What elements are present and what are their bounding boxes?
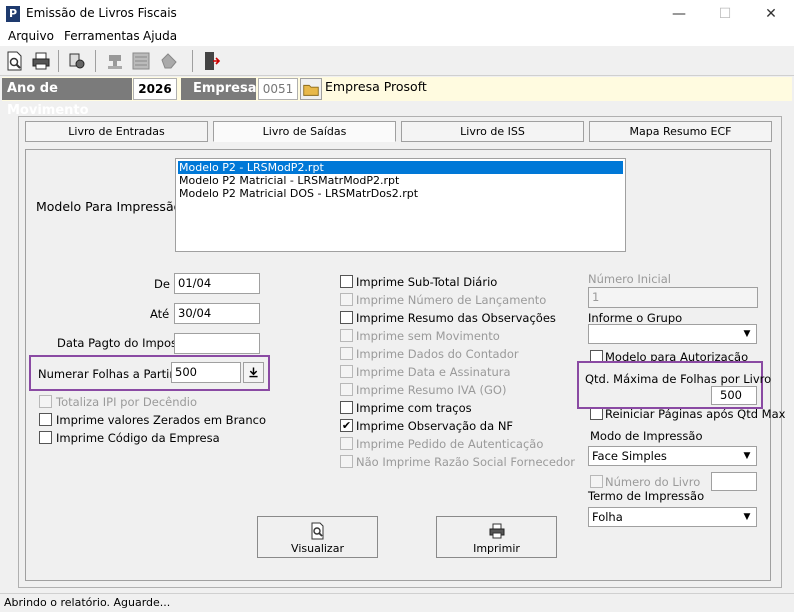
middle-option-checkbox[interactable] (340, 347, 353, 360)
numero-livro-label: Número do Livro (605, 475, 701, 489)
middle-option-label: Imprime Resumo IVA (GO) (356, 383, 507, 397)
empresa-label: Empresa (181, 78, 256, 100)
zerados-branco-checkbox[interactable] (39, 413, 52, 426)
maximize-button[interactable]: ☐ (702, 0, 748, 28)
modo-impressao-value: Face Simples (592, 449, 667, 463)
middle-option-checkbox[interactable] (340, 455, 353, 468)
numero-inicial-label: Número Inicial (588, 272, 671, 286)
list-item[interactable]: Modelo P2 Matricial - LRSMatrModP2.rpt (178, 174, 623, 187)
chevron-down-icon: ▼ (743, 512, 751, 522)
menu-arquivo[interactable]: Arquivo (8, 29, 54, 43)
middle-option-label: Imprime Número de Lançamento (356, 293, 547, 307)
imprimir-label: Imprimir (473, 542, 520, 555)
list-item[interactable]: Modelo P2 - LRSModP2.rpt (178, 161, 623, 174)
app-logo-icon: P (6, 6, 20, 22)
middle-option-checkbox[interactable] (340, 275, 353, 288)
exit-door-icon[interactable] (200, 50, 222, 72)
modelo-listbox[interactable]: Modelo P2 - LRSModP2.rpt Modelo P2 Matri… (175, 158, 626, 252)
codigo-empresa-checkbox[interactable] (39, 431, 52, 444)
toolbar-separator (192, 50, 193, 72)
middle-option-label: Imprime Pedido de Autenticação (356, 437, 544, 451)
termo-impressao-value: Folha (592, 510, 623, 524)
middle-option-checkbox[interactable] (340, 293, 353, 306)
tab-livro-entradas[interactable]: Livro de Entradas (25, 121, 208, 142)
ate-field[interactable]: 30/04 (174, 303, 260, 324)
preview-icon[interactable] (4, 50, 26, 72)
preview-icon (311, 522, 324, 540)
numerar-folhas-label: Numerar Folhas a Partir de (38, 367, 193, 381)
print-icon[interactable] (30, 50, 52, 72)
middle-option-label: Não Imprime Razão Social Fornecedor (356, 455, 575, 469)
empresa-code-field[interactable]: 0051 (258, 78, 298, 100)
tab-livro-iss[interactable]: Livro de ISS (401, 121, 584, 142)
codigo-empresa-label: Imprime Código da Empresa (56, 431, 220, 445)
informe-grupo-label: Informe o Grupo (588, 311, 683, 325)
numero-livro-field[interactable] (711, 472, 757, 491)
middle-option-checkbox[interactable] (340, 329, 353, 342)
chevron-down-icon: ▼ (743, 329, 751, 339)
tab-mapa-resumo-ecf[interactable]: Mapa Resumo ECF (589, 121, 772, 142)
middle-option-label: Imprime sem Movimento (356, 329, 500, 343)
middle-option-checkbox[interactable] (340, 437, 353, 450)
open-folder-icon[interactable] (300, 78, 322, 100)
numero-livro-checkbox[interactable] (590, 475, 603, 488)
ano-movimento-label: Ano de Movimento (2, 78, 132, 118)
config-icon[interactable] (66, 50, 88, 72)
menu-ferramentas[interactable]: Ferramentas (64, 29, 140, 43)
qtd-maxima-field[interactable]: 500 (711, 386, 757, 405)
middle-option-checkbox[interactable] (340, 401, 353, 414)
ate-label: Até (150, 307, 170, 321)
informe-grupo-select[interactable]: ▼ (588, 324, 757, 344)
data-pagto-field[interactable] (174, 333, 260, 354)
visualizar-button[interactable]: Visualizar (257, 516, 378, 558)
modelo-impressao-label: Modelo Para Impressão (36, 199, 182, 214)
ano-movimento-field[interactable]: 2026 (133, 78, 177, 100)
termo-impressao-label: Termo de Impressão (588, 489, 705, 503)
termo-impressao-select[interactable]: Folha ▼ (588, 507, 757, 527)
numero-inicial-field[interactable]: 1 (588, 287, 758, 308)
middle-option-label: Imprime Resumo das Observações (356, 311, 556, 325)
minimize-button[interactable]: — (656, 0, 702, 28)
stamp-icon[interactable] (104, 50, 126, 72)
de-field[interactable]: 01/04 (174, 273, 260, 294)
modo-impressao-select[interactable]: Face Simples ▼ (588, 446, 757, 466)
document-icon[interactable] (130, 50, 152, 72)
window-title: Emissão de Livros Fiscais (26, 6, 177, 20)
data-pagto-label: Data Pagto do Imposto (57, 336, 189, 350)
toolbar-separator (95, 50, 96, 72)
middle-option-checkbox[interactable] (340, 365, 353, 378)
list-item[interactable]: Modelo P2 Matricial DOS - LRSMatrDos2.rp… (178, 187, 623, 200)
toolbar-separator (58, 50, 59, 72)
imprimir-button[interactable]: Imprimir (436, 516, 557, 558)
reiniciar-paginas-label: Reiniciar Páginas após Qtd Max (605, 407, 786, 421)
middle-option-label: Imprime com traços (356, 401, 472, 415)
middle-option-checkbox[interactable] (340, 383, 353, 396)
totaliza-ipi-checkbox[interactable] (39, 395, 52, 408)
middle-option-checkbox[interactable] (340, 311, 353, 324)
modo-impressao-label: Modo de Impressão (590, 429, 703, 443)
middle-option-label: Imprime Sub-Total Diário (356, 275, 498, 289)
middle-option-label: Imprime Data e Assinatura (356, 365, 511, 379)
print-icon (489, 523, 505, 539)
numerar-folhas-field[interactable]: 500 (171, 362, 241, 383)
middle-option-label: Imprime Observação da NF (356, 419, 514, 433)
empresa-name: Empresa Prosoft (325, 79, 427, 94)
status-text: Abrindo o relatório. Aguarde... (4, 596, 171, 609)
zerados-branco-label: Imprime valores Zerados em Branco (56, 413, 266, 427)
menu-ajuda[interactable]: Ajuda (143, 29, 177, 43)
download-arrow-icon[interactable] (243, 362, 264, 383)
visualizar-label: Visualizar (291, 542, 344, 555)
qtd-maxima-label: Qtd. Máxima de Folhas por Livro (585, 372, 772, 386)
middle-option-label: Imprime Dados do Contador (356, 347, 519, 361)
totaliza-ipi-label: Totaliza IPI por Decêndio (56, 395, 198, 409)
tab-livro-saidas[interactable]: Livro de Saídas (213, 121, 396, 142)
chevron-down-icon: ▼ (743, 451, 751, 461)
close-button[interactable]: ✕ (748, 0, 794, 28)
hand-icon[interactable] (158, 50, 180, 72)
middle-option-checkbox[interactable]: ✔ (340, 419, 353, 432)
de-label: De (154, 277, 170, 291)
